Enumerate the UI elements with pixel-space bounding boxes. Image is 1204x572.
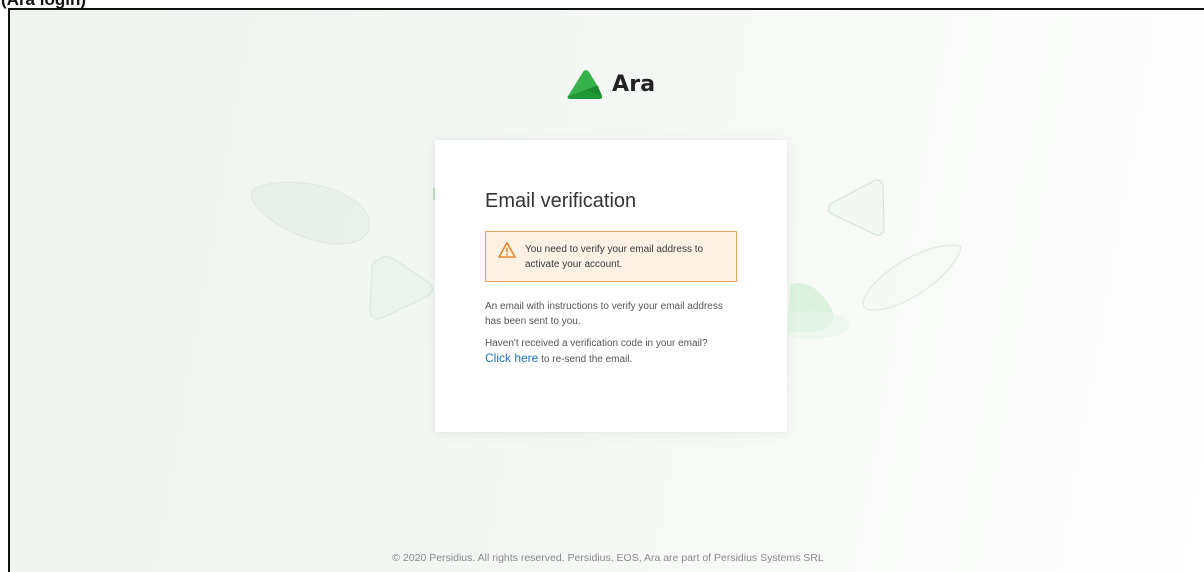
resend-suffix: to re-send the email. xyxy=(538,354,633,365)
leaf-shape-right xyxy=(862,244,962,311)
leaf-shape-left xyxy=(251,181,371,245)
warning-alert: You need to verify your email address to… xyxy=(485,231,737,282)
brand-name: Ara xyxy=(612,71,656,97)
footer-copyright: © 2020 Persidius. All rights reserved. P… xyxy=(392,552,824,564)
warning-text: You need to verify your email address to… xyxy=(525,242,703,272)
resend-email-link[interactable]: Click here xyxy=(485,351,538,365)
browser-viewport: Ara Email verification You need to verif… xyxy=(8,8,1204,572)
screenshot-frame: (Ara login) Ara Email ve xyxy=(0,0,1204,572)
warning-triangle-icon xyxy=(498,242,516,258)
verification-card: Email verification You need to verify yo… xyxy=(435,140,787,432)
resend-question: Haven't received a verification code in … xyxy=(485,338,708,349)
ara-logo-icon xyxy=(567,70,603,99)
info-line-2: has been sent to you. xyxy=(485,316,581,327)
info-text: An email with instructions to verify you… xyxy=(485,299,737,329)
brand-logo: Ara xyxy=(564,66,655,102)
resend-text: Haven't received a verification code in … xyxy=(485,336,737,367)
resend-row: Click here to re-send the email. xyxy=(485,351,737,367)
triangle-shape-right xyxy=(827,179,885,236)
warning-line-2: activate your account. xyxy=(525,259,623,270)
page-title: Email verification xyxy=(485,190,637,212)
info-line-1: An email with instructions to verify you… xyxy=(485,301,723,312)
warning-line-1: You need to verify your email address to xyxy=(525,244,704,255)
triangle-shape-left xyxy=(369,256,434,320)
